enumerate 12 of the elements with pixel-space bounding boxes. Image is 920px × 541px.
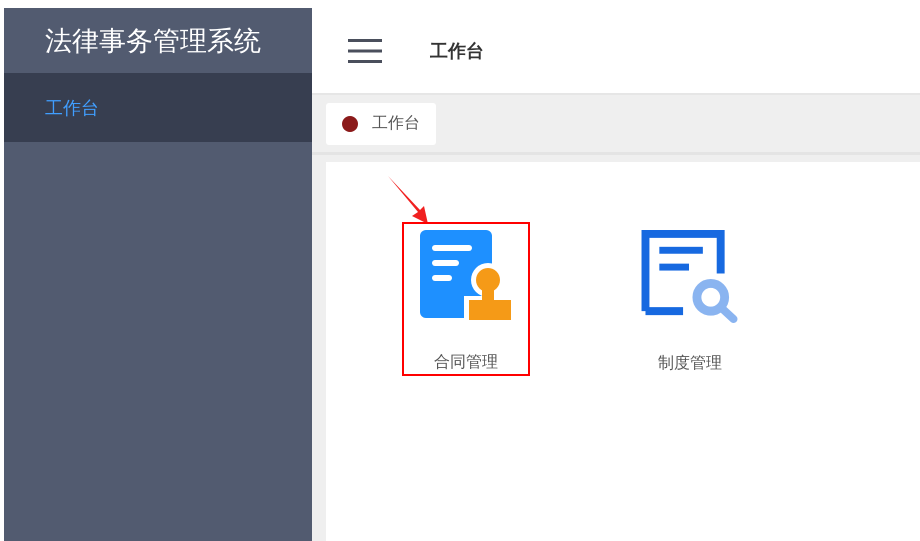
menu-icon[interactable] — [348, 38, 382, 62]
app-tile[interactable]: 制度管理 — [626, 222, 754, 376]
app-label: 合同管理 — [434, 352, 498, 373]
app-label: 制度管理 — [658, 353, 722, 374]
document-search-icon[interactable] — [641, 230, 739, 323]
document-stamp-icon[interactable] — [420, 230, 512, 322]
status-dot — [342, 116, 358, 132]
page-title: 工作台 — [430, 40, 484, 62]
sidebar-item[interactable]: 工作台 — [4, 73, 312, 142]
app-title: 法律事务管理系统 — [44, 24, 262, 58]
page-tab[interactable]: 工作台 — [326, 102, 436, 144]
highlight-frame[interactable]: 合同管理 — [402, 222, 530, 376]
